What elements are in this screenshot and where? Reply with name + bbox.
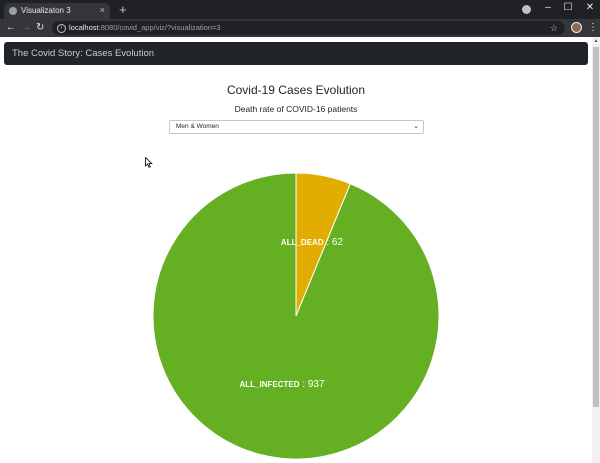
- page-scrollbar[interactable]: ▲: [592, 37, 600, 463]
- scroll-up-icon[interactable]: ▲: [592, 37, 600, 45]
- pie-chart: ALL_DEAD : 62 ALL_INFECTED : 937: [152, 172, 440, 460]
- pie-slice-all-infected[interactable]: [152, 172, 440, 460]
- pie-label-all-infected: ALL_INFECTED : 937: [239, 379, 324, 390]
- pie-label-all-dead: ALL_DEAD : 62: [281, 237, 344, 248]
- scrollbar-thumb[interactable]: [593, 47, 599, 407]
